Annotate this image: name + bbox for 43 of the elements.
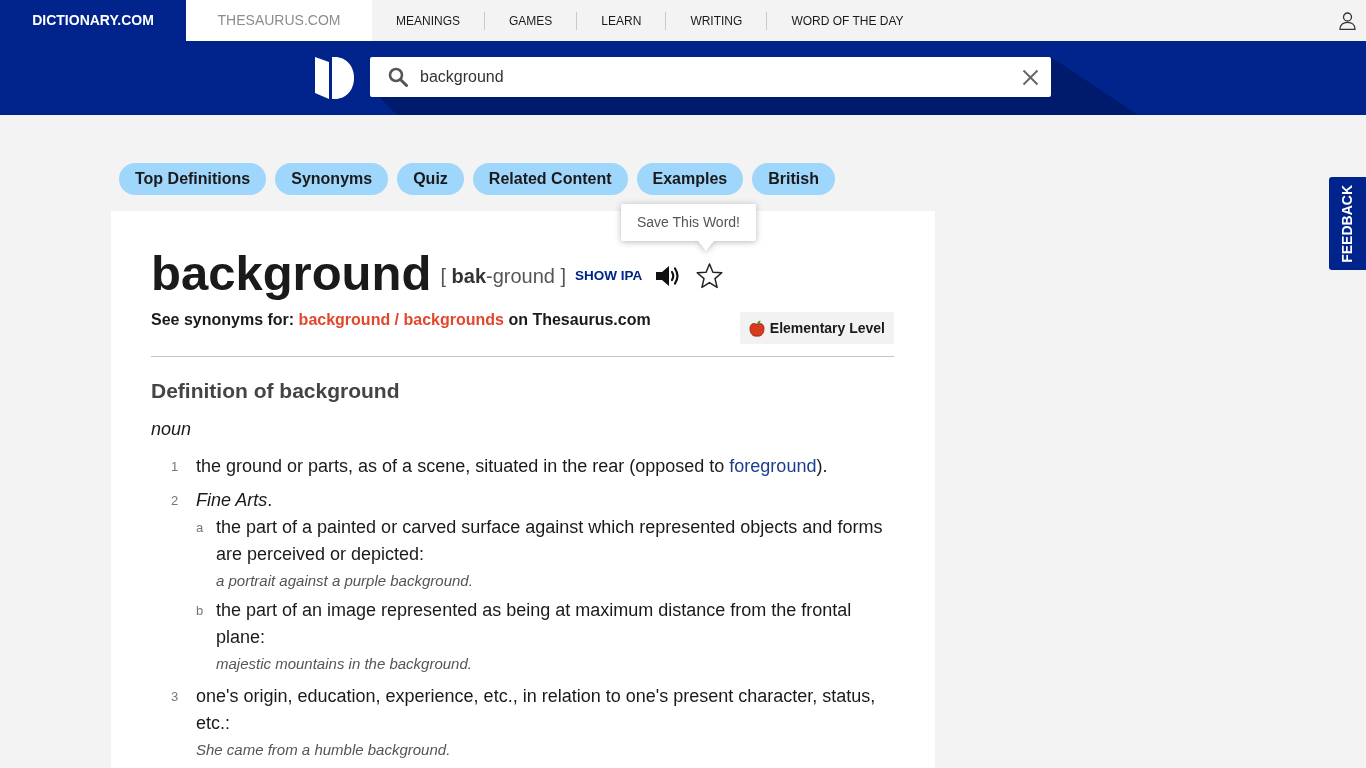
subsense-letter: a: [196, 519, 205, 537]
clear-button[interactable]: [1022, 68, 1039, 86]
speaker-icon[interactable]: [655, 264, 682, 288]
section-tab[interactable]: Examples: [636, 163, 744, 195]
definition-text: the part of an image represented as being at maximum distance from the frontal plane:: [216, 599, 853, 649]
star-icon[interactable]: [696, 263, 724, 289]
pronunciation: [ bak-ground ]: [440, 264, 567, 289]
example-sentence: a portrait against a purple background.: [216, 571, 474, 591]
apple-icon: [748, 319, 765, 337]
logo-icon[interactable]: [315, 57, 354, 99]
example-sentence: She came from a humble background.: [196, 740, 452, 760]
search-icon: [388, 67, 408, 87]
sense-number: 1: [171, 458, 180, 476]
level-label: Elementary Level: [769, 318, 885, 338]
section-tab[interactable]: Top Definitions: [119, 163, 267, 195]
synonyms-line: See synonyms for: background / backgrounds on Thesaurus.com: [151, 311, 651, 329]
nav-link[interactable]: WRITING: [666, 11, 767, 30]
section-heading: Definition of background: [151, 379, 401, 403]
nav-link[interactable]: MEANINGS: [372, 11, 484, 30]
definition-text: the part of a painted or carved surface against which represented objects and forms are perceived or depicted:: [216, 516, 884, 566]
section-tab[interactable]: Related Content: [472, 163, 628, 195]
definition-text: the ground or parts, as of a scene, situated in the rear (opposed to foreground).: [196, 455, 828, 478]
part-of-speech: noun: [151, 418, 193, 441]
nav-link[interactable]: WORD OF THE DAY: [767, 11, 928, 30]
section-tab[interactable]: Quiz: [397, 163, 464, 195]
subsense-letter: b: [196, 602, 205, 620]
headword: background: [151, 245, 432, 301]
nav-link[interactable]: GAMES: [485, 11, 577, 30]
close-icon: [1022, 68, 1039, 86]
section-tab[interactable]: Synonyms: [275, 163, 389, 195]
definition-link[interactable]: foreground: [729, 456, 817, 476]
sense-number: 3: [171, 688, 180, 706]
user-icon[interactable]: [1339, 11, 1356, 30]
nav-link[interactable]: LEARN: [577, 11, 666, 30]
sense-label: Fine Arts.: [196, 489, 274, 512]
synonyms-link[interactable]: background / backgrounds: [298, 311, 504, 328]
example-sentence: majestic mountains in the background.: [216, 654, 473, 674]
site-tab[interactable]: DICTIONARY.COM: [0, 0, 186, 41]
section-tab[interactable]: British: [752, 163, 835, 195]
definition-text: one's origin, education, experience, etc., in relation to one's present character, status, etc.:: [196, 685, 877, 735]
feedback-tab[interactable]: FEEDBACK: [1329, 177, 1366, 270]
sense-number: 2: [171, 492, 180, 510]
show-ipa-button[interactable]: SHOW IPA: [575, 265, 643, 287]
